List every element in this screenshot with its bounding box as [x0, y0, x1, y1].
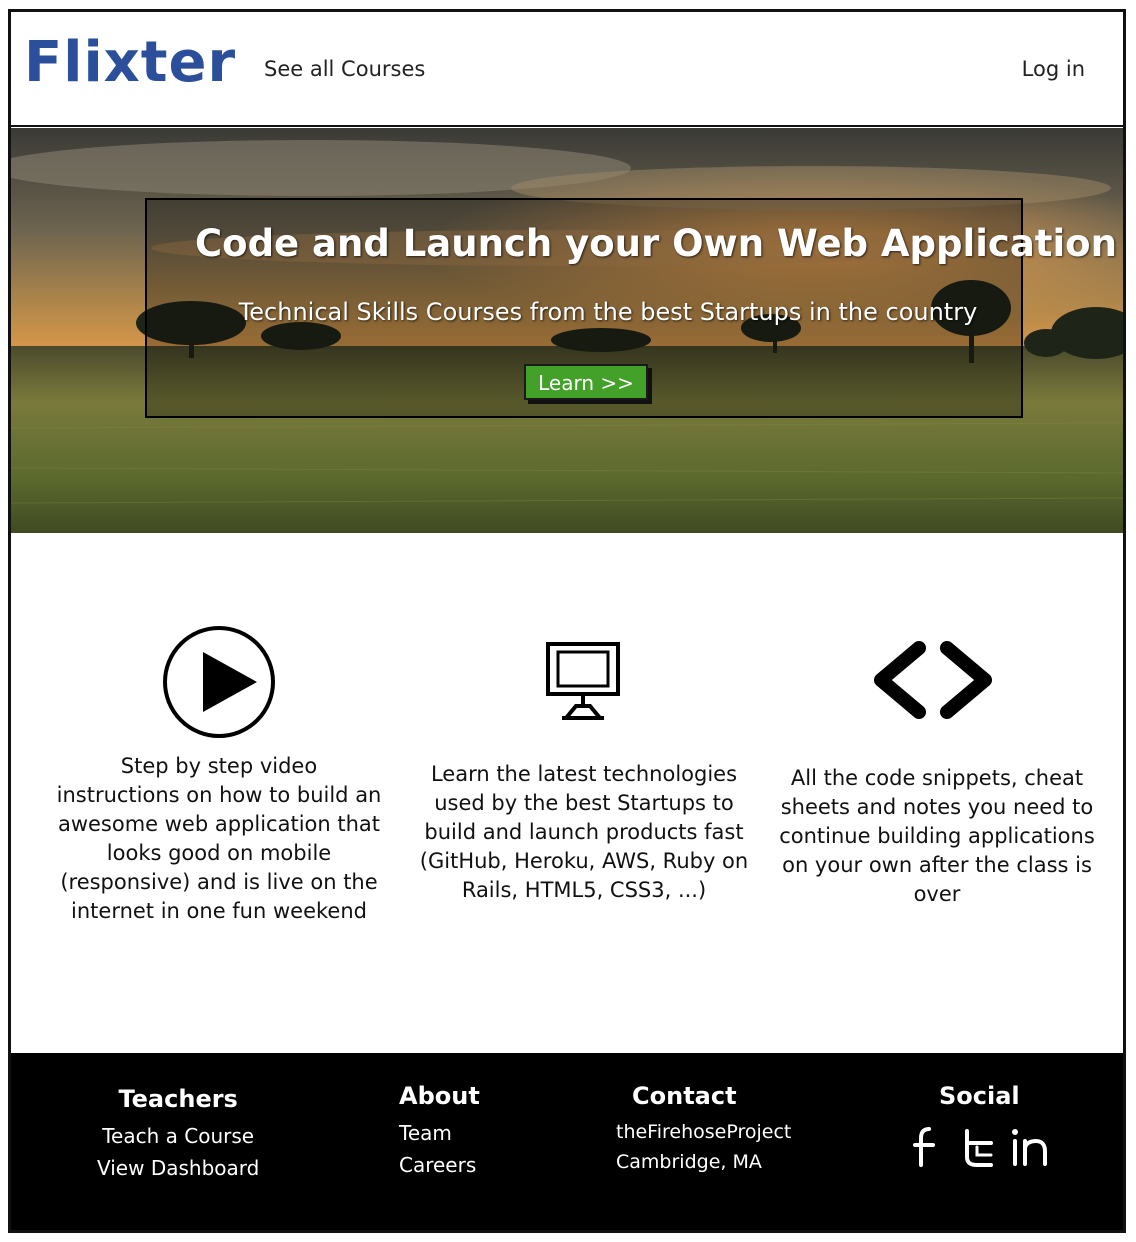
- login-link[interactable]: Log in: [1022, 57, 1085, 81]
- contact-company: theFirehoseProject: [616, 1121, 792, 1143]
- hero-title: Code and Launch your Own Web Application: [195, 222, 1117, 265]
- flixter-logo[interactable]: Flixter: [24, 30, 236, 95]
- twitter-icon[interactable]: [959, 1129, 997, 1169]
- feature-snippets-text: All the code snippets, cheat sheets and …: [779, 766, 1095, 906]
- facebook-icon[interactable]: [911, 1125, 939, 1169]
- code-brackets-icon: [874, 641, 992, 719]
- footer-contact: Contact theFirehoseProject Cambridge, MA: [616, 1082, 791, 1181]
- footer-contact-heading: Contact: [632, 1082, 737, 1110]
- footer-teachers: Teachers Teach a Course View Dashboard: [97, 1085, 259, 1188]
- linkedin-icon[interactable]: [1009, 1127, 1051, 1167]
- team-link[interactable]: Team: [399, 1121, 480, 1145]
- footer-social: Social: [939, 1082, 1020, 1121]
- view-dashboard-link[interactable]: View Dashboard: [97, 1156, 259, 1180]
- site-header: Flixter See all Courses Log in: [11, 12, 1123, 127]
- footer-teachers-heading: Teachers: [118, 1085, 238, 1113]
- footer-social-heading: Social: [939, 1082, 1020, 1110]
- careers-link[interactable]: Careers: [399, 1153, 480, 1177]
- footer-about-heading: About: [399, 1082, 480, 1110]
- feature-video-text: Step by step video instructions on how t…: [56, 754, 382, 923]
- feature-technologies-text: Learn the latest technologies used by th…: [419, 762, 749, 902]
- monitor-icon: [546, 642, 620, 720]
- hero-subtitle: Technical Skills Courses from the best S…: [238, 298, 978, 326]
- page-frame: Flixter See all Courses Log in Code and …: [8, 9, 1126, 1233]
- hero-banner: Code and Launch your Own Web Application…: [11, 128, 1123, 533]
- teach-a-course-link[interactable]: Teach a Course: [97, 1124, 259, 1148]
- see-all-courses-link[interactable]: See all Courses: [264, 57, 425, 81]
- site-footer: Teachers Teach a Course View Dashboard A…: [11, 1053, 1123, 1230]
- play-icon: [163, 626, 275, 738]
- learn-button[interactable]: Learn >>: [524, 364, 648, 400]
- footer-about: About Team Careers: [399, 1082, 480, 1185]
- hero-callout: Code and Launch your Own Web Application…: [145, 198, 1117, 418]
- contact-location: Cambridge, MA: [616, 1151, 762, 1173]
